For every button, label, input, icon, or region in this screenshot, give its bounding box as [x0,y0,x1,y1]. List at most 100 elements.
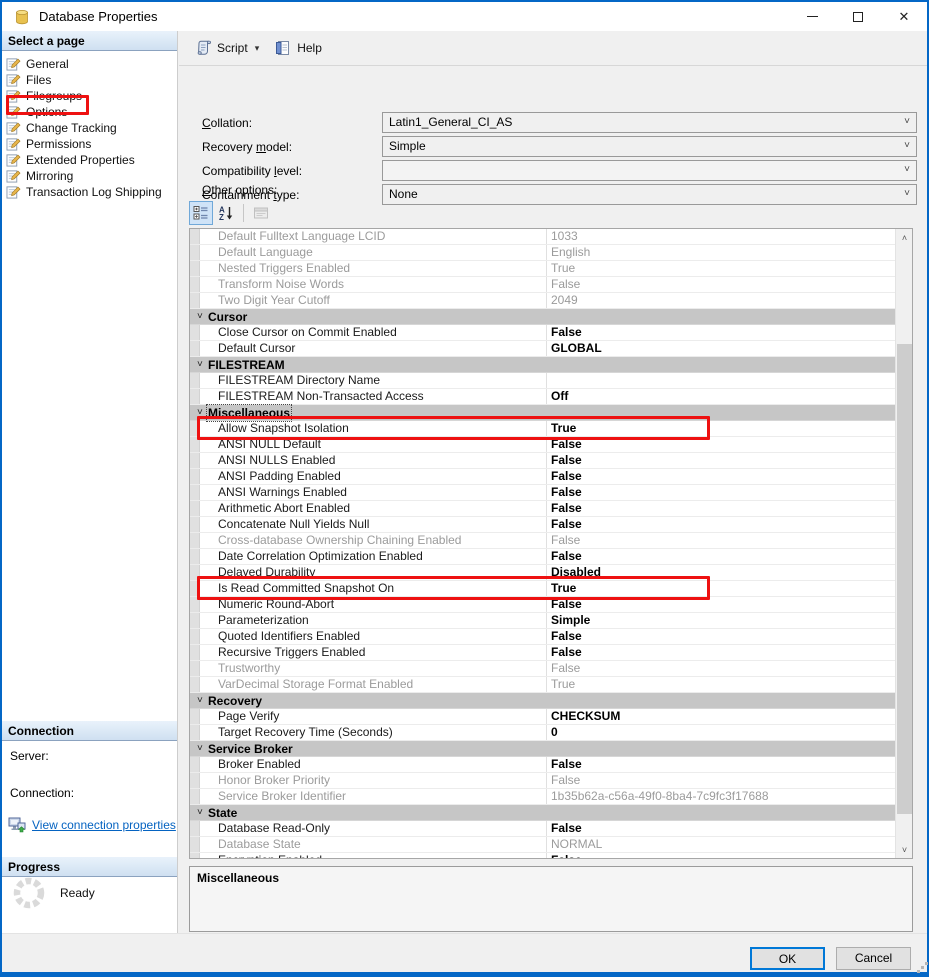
property-value[interactable]: False [547,549,896,564]
grid-row[interactable]: Page Verify CHECKSUM [190,709,896,725]
property-value[interactable]: False [547,453,896,468]
property-value[interactable]: False [547,757,896,772]
property-value[interactable]: False [547,437,896,452]
sidebar-page-item[interactable]: Options [2,104,177,120]
grid-row[interactable]: ANSI Padding Enabled False [190,469,896,485]
grid-category-row[interactable]: ˅ Recovery [190,693,896,709]
sidebar-page-item[interactable]: Transaction Log Shipping [2,184,177,200]
grid-row[interactable]: Close Cursor on Commit Enabled False [190,325,896,341]
grid-row[interactable]: ANSI Warnings Enabled False [190,485,896,501]
grid-row[interactable]: Service Broker Identifier 1b35b62a-c56a-… [190,789,896,805]
recovery-model-combobox[interactable]: Simple ˅ [382,136,917,157]
alphabetical-sort-button[interactable]: A Z [214,201,238,225]
property-value[interactable]: True [547,261,896,276]
grid-row[interactable]: FILESTREAM Non-Transacted Access Off [190,389,896,405]
chevron-down-icon[interactable]: ˅ [190,742,208,756]
grid-row[interactable]: Two Digit Year Cutoff 2049 [190,293,896,309]
property-value[interactable]: English [547,245,896,260]
property-value[interactable]: False [547,661,896,676]
property-value[interactable]: Simple [547,613,896,628]
scroll-down-icon[interactable]: ˅ [896,841,913,858]
grid-row[interactable]: Target Recovery Time (Seconds) 0 [190,725,896,741]
grid-row[interactable]: Honor Broker Priority False [190,773,896,789]
grid-row[interactable]: Transform Noise Words False [190,277,896,293]
grid-row[interactable]: Parameterization Simple [190,613,896,629]
chevron-down-icon[interactable]: ˅ [190,358,208,372]
chevron-down-icon[interactable]: ˅ [904,188,910,199]
property-value[interactable]: False [547,645,896,660]
scrollbar-thumb[interactable] [897,344,912,814]
grid-row[interactable]: VarDecimal Storage Format Enabled True [190,677,896,693]
property-value[interactable]: CHECKSUM [547,709,896,724]
help-button[interactable]: Help [268,36,329,60]
property-value[interactable]: 0 [547,725,896,740]
property-value[interactable]: 1033 [547,229,896,244]
grid-row[interactable]: Recursive Triggers Enabled False [190,645,896,661]
grid-row[interactable]: Date Correlation Optimization Enabled Fa… [190,549,896,565]
grid-row[interactable]: Broker Enabled False [190,757,896,773]
grid-row[interactable]: Quoted Identifiers Enabled False [190,629,896,645]
containment-type-combobox[interactable]: None ˅ [382,184,917,205]
minimize-button[interactable] [789,2,835,31]
grid-row[interactable]: Delayed Durability Disabled [190,565,896,581]
scroll-up-icon[interactable]: ˄ [896,229,913,246]
property-value[interactable]: True [547,581,896,596]
grid-row[interactable]: Database Read-Only False [190,821,896,837]
grid-row[interactable]: Nested Triggers Enabled True [190,261,896,277]
grid-row[interactable]: Default Cursor GLOBAL [190,341,896,357]
collation-combobox[interactable]: Latin1_General_CI_AS ˅ [382,112,917,133]
property-value[interactable]: False [547,533,896,548]
resize-grip-icon[interactable] [921,966,924,969]
script-button[interactable]: Script ▾ [188,36,266,60]
maximize-button[interactable] [835,2,881,31]
property-value[interactable]: False [547,277,896,292]
grid-row[interactable]: ANSI NULL Default False [190,437,896,453]
grid-category-row[interactable]: ˅ FILESTREAM [190,357,896,373]
property-value[interactable]: Disabled [547,565,896,580]
property-value[interactable]: False [547,469,896,484]
property-value[interactable]: True [547,677,896,692]
view-connection-properties-link[interactable]: View connection properties [32,818,176,832]
grid-category-row[interactable]: ˅ Miscellaneous [190,405,896,421]
property-value[interactable] [547,373,896,388]
chevron-down-icon[interactable]: ˅ [190,694,208,708]
chevron-down-icon[interactable]: ˅ [904,140,910,151]
grid-row[interactable]: Allow Snapshot Isolation True [190,421,896,437]
property-value[interactable]: GLOBAL [547,341,896,356]
sidebar-page-item[interactable]: Permissions [2,136,177,152]
sidebar-page-item[interactable]: General [2,56,177,72]
compatibility-level-combobox[interactable]: ˅ [382,160,917,181]
grid-row[interactable]: Database State NORMAL [190,837,896,853]
grid-category-row[interactable]: ˅ Service Broker [190,741,896,757]
sidebar-page-item[interactable]: Change Tracking [2,120,177,136]
property-value[interactable]: False [547,821,896,836]
sidebar-page-item[interactable]: Filegroups [2,88,177,104]
chevron-down-icon[interactable]: ˅ [190,406,208,420]
property-value[interactable]: False [547,629,896,644]
cancel-button[interactable]: Cancel [836,947,911,970]
grid-row[interactable]: Encryption Enabled False [190,853,896,859]
grid-row[interactable]: Numeric Round-Abort False [190,597,896,613]
ok-button[interactable]: OK [750,947,825,970]
property-value[interactable]: True [547,421,896,436]
grid-category-row[interactable]: ˅ Cursor [190,309,896,325]
grid-row[interactable]: Arithmetic Abort Enabled False [190,501,896,517]
property-value[interactable]: 2049 [547,293,896,308]
grid-row[interactable]: ANSI NULLS Enabled False [190,453,896,469]
chevron-down-icon[interactable]: ˅ [190,806,208,820]
sidebar-page-item[interactable]: Files [2,72,177,88]
vertical-scrollbar[interactable]: ˄ ˅ [895,229,912,858]
grid-row[interactable]: Concatenate Null Yields Null False [190,517,896,533]
grid-row[interactable]: FILESTREAM Directory Name [190,373,896,389]
sidebar-page-item[interactable]: Mirroring [2,168,177,184]
property-value[interactable]: False [547,501,896,516]
property-value[interactable]: False [547,325,896,340]
grid-row[interactable]: Cross-database Ownership Chaining Enable… [190,533,896,549]
property-value[interactable]: False [547,485,896,500]
property-value[interactable]: Off [547,389,896,404]
sidebar-page-item[interactable]: Extended Properties [2,152,177,168]
categorized-button[interactable] [189,201,213,225]
property-value[interactable]: NORMAL [547,837,896,852]
grid-row[interactable]: Trustworthy False [190,661,896,677]
close-button[interactable]: ✕ [881,2,927,31]
